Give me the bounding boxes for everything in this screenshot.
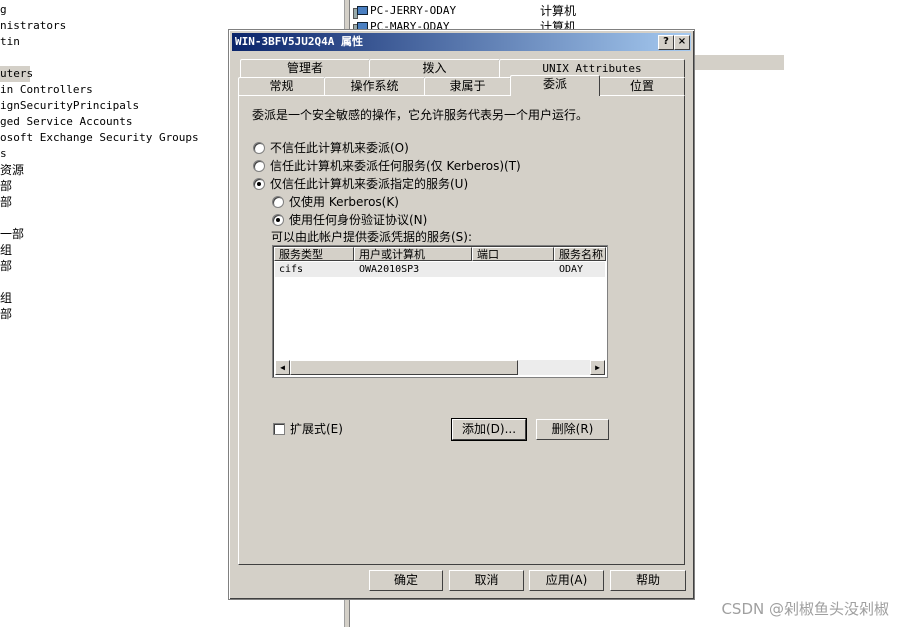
tree-item[interactable]: s — [0, 146, 7, 162]
column-port[interactable]: 端口 — [472, 247, 554, 261]
scroll-thumb[interactable] — [290, 360, 518, 375]
help-button[interactable]: 帮助 — [610, 570, 686, 591]
cell-host: OWA2010SP3 — [359, 264, 420, 275]
table-row[interactable]: cifs OWA2010SP3 ODAY — [275, 262, 605, 277]
close-icon[interactable]: × — [674, 35, 690, 50]
services-listview[interactable]: 服务类型 用户或计算机 端口 服务名称 cifs OWA2010SP3 ODAY… — [272, 245, 608, 378]
tree-item[interactable]: 资源 — [0, 162, 24, 178]
tree-item[interactable]: 一部 — [0, 226, 24, 242]
tree-item[interactable]: in Controllers — [0, 82, 93, 98]
dialog-titlebar[interactable]: WIN-3BFV5JU2Q4A 属性 ? × — [232, 33, 691, 51]
radio-trust-any-label[interactable]: 信任此计算机来委派任何服务(仅 Kerberos)(T) — [270, 157, 521, 174]
column-service-name[interactable]: 服务名称 — [554, 247, 606, 261]
services-label: 可以由此帐户提供委派凭据的服务(S): — [271, 230, 473, 244]
expanded-label[interactable]: 扩展式(E) — [290, 420, 343, 437]
tree-item[interactable]: ged Service Accounts — [0, 114, 132, 130]
tree-item[interactable]: 组 — [0, 290, 12, 306]
delegation-description: 委派是一个安全敏感的操作，它允许服务代表另一个用户运行。 — [252, 108, 589, 122]
tab-location[interactable]: 位置 — [599, 77, 685, 95]
tree-item[interactable]: nistrators — [0, 18, 66, 34]
radio-trust-specified[interactable] — [253, 178, 265, 190]
tree-item[interactable]: ignSecurityPrincipals — [0, 98, 139, 114]
radio-no-trust-label[interactable]: 不信任此计算机来委派(O) — [270, 139, 409, 156]
column-service-type[interactable]: 服务类型 — [274, 247, 354, 261]
apply-button[interactable]: 应用(A) — [529, 570, 604, 591]
ok-button[interactable]: 确定 — [369, 570, 443, 591]
tree-item[interactable]: 部 — [0, 258, 12, 274]
scroll-right-icon[interactable]: ▶ — [590, 360, 605, 375]
tab-dial-in[interactable]: 拨入 — [369, 59, 500, 77]
scroll-left-icon[interactable]: ◀ — [275, 360, 290, 375]
dialog-title: WIN-3BFV5JU2Q4A 属性 — [235, 35, 363, 48]
list-item-type: 计算机 — [540, 4, 577, 18]
tree-item[interactable]: 组 — [0, 242, 12, 258]
tab-operating-system[interactable]: 操作系统 — [324, 77, 425, 95]
cell-service-name: ODAY — [559, 264, 584, 275]
computer-icon — [353, 5, 368, 19]
tree-item[interactable]: 部 — [0, 178, 12, 194]
radio-no-trust[interactable] — [253, 142, 265, 154]
cell-service-type: cifs — [279, 264, 304, 275]
tree-item[interactable]: 部 — [0, 306, 12, 322]
tab-member-of[interactable]: 隶属于 — [424, 77, 511, 95]
list-item-name: PC-JERRY-ODAY — [370, 4, 457, 17]
tree-item[interactable]: g — [0, 2, 7, 18]
tree-item[interactable]: 部 — [0, 194, 12, 210]
radio-trust-any[interactable] — [253, 160, 265, 172]
tree-item[interactable]: tin — [0, 34, 20, 50]
properties-dialog: WIN-3BFV5JU2Q4A 属性 ? × 管理者 拨入 UNIX Attri… — [228, 29, 695, 600]
delegation-panel: 委派是一个安全敏感的操作，它允许服务代表另一个用户运行。 不信任此计算机来委派(… — [238, 95, 685, 565]
help-icon[interactable]: ? — [658, 35, 674, 50]
horizontal-scrollbar[interactable]: ◀ ▶ — [275, 360, 605, 375]
radio-kerberos-only[interactable] — [272, 196, 284, 208]
tree-item[interactable]: osoft Exchange Security Groups — [0, 130, 199, 146]
tree-item-computers[interactable]: uters — [0, 66, 33, 82]
remove-button[interactable]: 删除(R) — [536, 419, 609, 440]
radio-any-protocol-label[interactable]: 使用任何身份验证协议(N) — [289, 211, 427, 228]
watermark: CSDN @剁椒鱼头没剁椒 — [721, 600, 889, 618]
column-user-or-computer[interactable]: 用户或计算机 — [354, 247, 472, 261]
list-item[interactable]: PC-JERRY-ODAY — [353, 3, 456, 19]
radio-kerberos-only-label[interactable]: 仅使用 Kerberos(K) — [289, 193, 399, 210]
selection-highlight — [694, 55, 784, 70]
radio-trust-specified-label[interactable]: 仅信任此计算机来委派指定的服务(U) — [270, 175, 468, 192]
radio-any-protocol[interactable] — [272, 214, 284, 226]
tab-managed-by[interactable]: 管理者 — [240, 59, 370, 77]
cancel-button[interactable]: 取消 — [449, 570, 524, 591]
tab-delegation[interactable]: 委派 — [510, 75, 600, 96]
tab-general[interactable]: 常规 — [238, 77, 325, 95]
expanded-checkbox[interactable] — [273, 423, 285, 435]
add-button[interactable]: 添加(D)... — [451, 418, 527, 441]
